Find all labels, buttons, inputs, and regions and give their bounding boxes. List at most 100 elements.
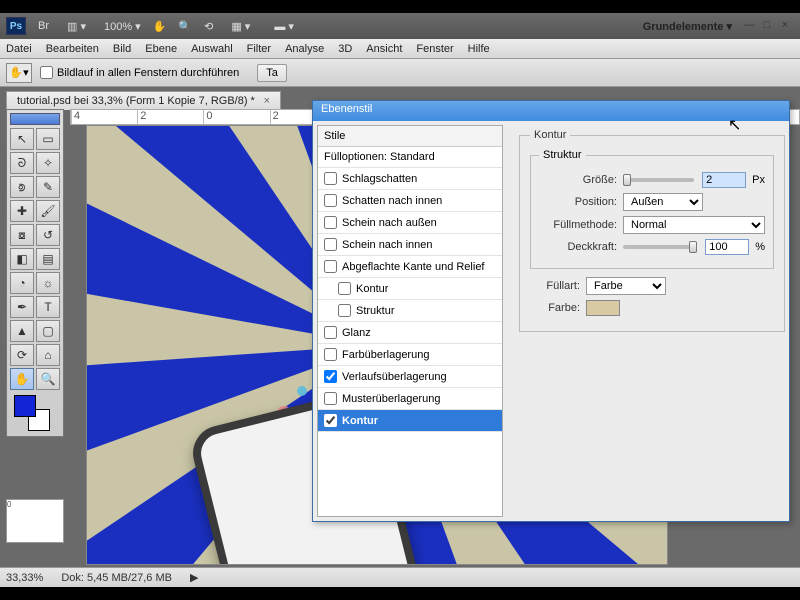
style-row[interactable]: Struktur (318, 300, 502, 322)
style-row-checkbox[interactable] (324, 414, 337, 427)
foreground-color-swatch[interactable] (14, 395, 36, 417)
3d-cam-icon[interactable]: ⌂ (36, 344, 60, 366)
close-icon[interactable]: × (778, 19, 792, 33)
menu-filter[interactable]: Filter (247, 43, 271, 55)
position-select[interactable]: Außen (623, 193, 703, 211)
opacity-slider[interactable] (623, 245, 697, 249)
style-row-label: Glanz (342, 327, 371, 339)
style-row-checkbox[interactable] (324, 370, 337, 383)
hand-tool-icon[interactable]: ✋ (153, 20, 167, 33)
wand-tool-icon[interactable]: ✧ (36, 152, 60, 174)
zoom-level[interactable]: 100% ▾ (104, 20, 141, 33)
workspace-switcher[interactable]: Grundelemente ▾ (635, 18, 740, 35)
dodge-tool-icon[interactable]: ☼ (36, 272, 60, 294)
mini-ruler: 0 (6, 499, 64, 543)
history-brush-icon[interactable]: ↺ (36, 224, 60, 246)
fill-options-row[interactable]: Fülloptionen: Standard (318, 147, 502, 168)
style-row[interactable]: Abgeflachte Kante und Relief (318, 256, 502, 278)
style-row-checkbox[interactable] (324, 194, 337, 207)
minimize-icon[interactable]: — (742, 19, 756, 33)
style-row-checkbox[interactable] (324, 392, 337, 405)
zoom-tool-icon[interactable]: 🔍 (36, 368, 60, 390)
arrange-docs-menu[interactable]: ▦ ▾ (225, 18, 256, 35)
marquee-tool-icon[interactable]: ▭ (36, 128, 60, 150)
color-swatches[interactable] (10, 393, 60, 433)
screen-mode2-menu[interactable]: ▬ ▾ (268, 18, 300, 35)
ps-logo-icon: Ps (6, 17, 26, 35)
style-list-header[interactable]: Stile (318, 126, 502, 147)
heal-tool-icon[interactable]: ✚ (10, 200, 34, 222)
menu-bild[interactable]: Bild (113, 43, 131, 55)
options-bar: ✋▾ Bildlauf in allen Fenstern durchführe… (0, 59, 800, 87)
style-row[interactable]: Kontur (318, 278, 502, 300)
rotate-view-icon[interactable]: ⟲ (204, 20, 213, 33)
stroke-color-swatch[interactable] (586, 300, 620, 316)
zoom-tool-icon[interactable]: 🔍 (178, 20, 192, 33)
lasso-tool-icon[interactable]: ᘐ (10, 152, 34, 174)
fit-screen-button[interactable]: Ta (257, 64, 287, 82)
br-icon[interactable]: Br (38, 20, 49, 32)
shape-tool-icon[interactable]: ▢ (36, 320, 60, 342)
kontur-group: Kontur Struktur Größe: Px Position: Auße… (519, 129, 785, 332)
3d-tool-icon[interactable]: ⟳ (10, 344, 34, 366)
style-row-checkbox[interactable] (324, 172, 337, 185)
move-tool-icon[interactable]: ↖ (10, 128, 34, 150)
menu-analyse[interactable]: Analyse (285, 43, 324, 55)
blend-mode-select[interactable]: Normal (623, 216, 765, 234)
dialog-titlebar[interactable]: Ebenenstil (313, 101, 789, 121)
brush-tool-icon[interactable]: 🖌 (36, 200, 60, 222)
gradient-tool-icon[interactable]: ▤ (36, 248, 60, 270)
menu-3d[interactable]: 3D (338, 43, 352, 55)
status-zoom[interactable]: 33,33% (6, 572, 43, 584)
menu-fenster[interactable]: Fenster (416, 43, 453, 55)
type-tool-icon[interactable]: T (36, 296, 60, 318)
pen-tool-icon[interactable]: ✒ (10, 296, 34, 318)
menu-ebene[interactable]: Ebene (145, 43, 177, 55)
blur-tool-icon[interactable]: ◔ (10, 272, 34, 294)
status-arrow-icon[interactable]: ▶ (190, 571, 198, 584)
maximize-icon[interactable]: □ (760, 19, 774, 33)
size-input[interactable] (702, 172, 746, 188)
style-row-checkbox[interactable] (324, 260, 337, 273)
style-row-checkbox[interactable] (338, 282, 351, 295)
screen-mode-menu[interactable]: ▥ ▾ (61, 18, 92, 35)
filltype-select[interactable]: Farbe (586, 277, 666, 295)
document-tab[interactable]: tutorial.psd bei 33,3% (Form 1 Kopie 7, … (6, 91, 281, 110)
menu-auswahl[interactable]: Auswahl (191, 43, 233, 55)
struktur-group: Struktur Größe: Px Position: Außen (530, 149, 774, 269)
crop-tool-icon[interactable]: ⟄ (10, 176, 34, 198)
style-properties: Kontur Struktur Größe: Px Position: Auße… (507, 121, 789, 521)
style-row-checkbox[interactable] (324, 326, 337, 339)
menu-hilfe[interactable]: Hilfe (468, 43, 490, 55)
blend-label: Füllmethode: (539, 219, 617, 231)
current-tool-icon[interactable]: ✋▾ (6, 63, 32, 83)
style-row-checkbox[interactable] (324, 348, 337, 361)
menu-datei[interactable]: Datei (6, 43, 32, 55)
toolbox-header[interactable] (10, 113, 60, 125)
menu-ansicht[interactable]: Ansicht (366, 43, 402, 55)
style-row[interactable]: Glanz (318, 322, 502, 344)
style-row[interactable]: Kontur (318, 410, 502, 432)
style-row[interactable]: Schein nach innen (318, 234, 502, 256)
size-slider[interactable] (623, 178, 694, 182)
toolbox: ↖ ▭ ᘐ ✧ ⟄ ✎ ✚ 🖌 ⧇ ↺ ◧ ▤ ◔ ☼ ✒ T ▲ ▢ ⟳ ⌂ (6, 109, 64, 437)
hand-tool-icon[interactable]: ✋ (10, 368, 34, 390)
eraser-tool-icon[interactable]: ◧ (10, 248, 34, 270)
style-row-checkbox[interactable] (324, 216, 337, 229)
style-row[interactable]: Musterüberlagerung (318, 388, 502, 410)
style-row[interactable]: Farbüberlagerung (318, 344, 502, 366)
style-row[interactable]: Schatten nach innen (318, 190, 502, 212)
color-label: Farbe: (530, 302, 580, 314)
eyedropper-tool-icon[interactable]: ✎ (36, 176, 60, 198)
style-row-checkbox[interactable] (324, 238, 337, 251)
style-row[interactable]: Schlagschatten (318, 168, 502, 190)
stamp-tool-icon[interactable]: ⧇ (10, 224, 34, 246)
style-row[interactable]: Schein nach außen (318, 212, 502, 234)
style-row[interactable]: Verlaufsüberlagerung (318, 366, 502, 388)
path-select-icon[interactable]: ▲ (10, 320, 34, 342)
menu-bearbeiten[interactable]: Bearbeiten (46, 43, 99, 55)
opacity-input[interactable] (705, 239, 749, 255)
document-tab-close-icon[interactable]: × (264, 95, 270, 107)
scroll-all-checkbox[interactable]: Bildlauf in allen Fenstern durchführen (40, 66, 239, 79)
style-row-checkbox[interactable] (338, 304, 351, 317)
